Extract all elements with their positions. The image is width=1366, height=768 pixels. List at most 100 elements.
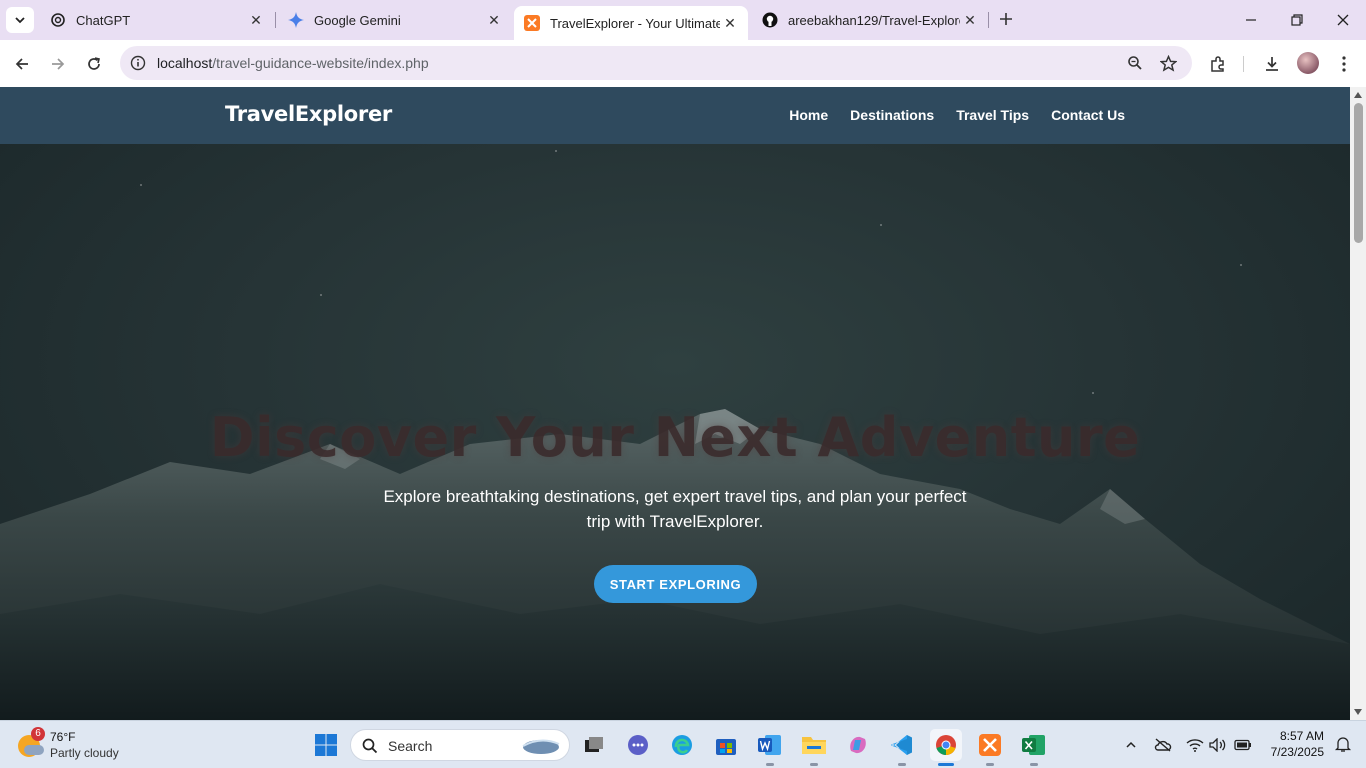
star: [320, 294, 322, 296]
site-navbar: TravelExplorer Home Destinations Travel …: [0, 87, 1350, 144]
running-indicator: [986, 763, 994, 766]
active-indicator: [938, 763, 954, 766]
star: [140, 184, 142, 186]
word-button[interactable]: [754, 729, 786, 761]
start-button[interactable]: [310, 729, 342, 761]
restore-button[interactable]: [1274, 0, 1320, 40]
site-info-icon[interactable]: [128, 53, 148, 73]
vscode-button[interactable]: [886, 729, 918, 761]
tab-gemini[interactable]: Google Gemini ✕: [274, 0, 512, 40]
extensions-button[interactable]: [1205, 51, 1231, 77]
nav-link-destinations[interactable]: Destinations: [850, 107, 934, 123]
wifi-tray[interactable]: [1185, 735, 1205, 755]
url-text[interactable]: localhost/travel-guidance-website/index.…: [157, 55, 429, 71]
chevron-down-icon: [15, 17, 25, 24]
chrome-button[interactable]: [930, 729, 962, 761]
start-exploring-button[interactable]: START EXPLORING: [594, 565, 757, 603]
downloads-button[interactable]: [1259, 51, 1285, 77]
running-indicator: [898, 763, 906, 766]
site-logo[interactable]: TravelExplorer: [225, 102, 392, 126]
store-button[interactable]: [710, 729, 742, 761]
weather-cloud-icon: [24, 745, 44, 755]
hero-title: Discover Your Next Adventure: [209, 406, 1141, 469]
zoom-icon[interactable]: [1125, 53, 1145, 73]
page-viewport: TravelExplorer Home Destinations Travel …: [0, 87, 1350, 720]
bookmark-star-icon[interactable]: [1158, 53, 1178, 73]
taskbar-clock[interactable]: 8:57 AM 7/23/2025: [1271, 728, 1324, 760]
show-hidden-icons-button[interactable]: [1121, 735, 1141, 755]
windows-icon: [315, 734, 337, 756]
browser-menu-button[interactable]: [1331, 51, 1357, 77]
minimize-button[interactable]: [1228, 0, 1274, 40]
tab-title: TravelExplorer - Your Ultimate T: [550, 15, 720, 31]
copilot-button[interactable]: [842, 729, 874, 761]
tab-title: Google Gemini: [314, 12, 401, 28]
folder-icon: [802, 737, 826, 754]
close-tab-icon[interactable]: ✕: [484, 10, 504, 30]
close-tab-icon[interactable]: ✕: [720, 13, 740, 33]
edge-button[interactable]: [666, 729, 698, 761]
forward-button[interactable]: [45, 51, 71, 77]
close-icon: [1337, 14, 1349, 26]
word-icon: [758, 735, 781, 755]
github-icon: [762, 12, 778, 28]
search-label: Search: [388, 738, 433, 754]
new-tab-button[interactable]: [994, 9, 1018, 31]
tab-travelexplorer[interactable]: TravelExplorer - Your Ultimate T ✕: [514, 6, 748, 40]
star: [555, 150, 557, 152]
tab-chatgpt[interactable]: ChatGPT ✕: [36, 0, 274, 40]
taskbar-search[interactable]: Search: [350, 729, 570, 761]
star: [1092, 392, 1094, 394]
chrome-icon: [936, 735, 956, 755]
tab-strip: ChatGPT ✕ Google Gemini ✕ TravelExplorer…: [0, 0, 1366, 40]
chat-icon: [628, 735, 648, 755]
scroll-down-icon[interactable]: [1354, 709, 1362, 715]
store-icon: [716, 739, 736, 755]
back-button[interactable]: [9, 51, 35, 77]
reload-icon: [88, 57, 100, 70]
close-window-button[interactable]: [1320, 0, 1366, 40]
running-indicator: [766, 763, 774, 766]
running-indicator: [810, 763, 818, 766]
teams-chat-button[interactable]: [622, 729, 654, 761]
weather-condition: Partly cloudy: [50, 746, 119, 760]
tab-divider: [988, 12, 989, 28]
profile-avatar[interactable]: [1297, 52, 1319, 74]
tab-github[interactable]: areebakhan129/Travel-Explorer ✕: [748, 0, 988, 40]
download-icon: [1266, 57, 1278, 71]
weather-temp: 76°F: [50, 730, 76, 744]
xampp-button[interactable]: [974, 729, 1006, 761]
onedrive-tray[interactable]: [1153, 735, 1173, 755]
nav-link-home[interactable]: Home: [789, 107, 828, 123]
volume-tray[interactable]: [1208, 735, 1228, 755]
scroll-up-icon[interactable]: [1354, 92, 1362, 98]
weather-widget[interactable]: 6 76°F Partly cloudy: [16, 727, 136, 763]
tab-search-button[interactable]: [6, 7, 34, 33]
excel-button[interactable]: [1018, 729, 1050, 761]
page-scrollbar[interactable]: [1350, 87, 1366, 720]
weather-badge: 6: [31, 727, 45, 741]
copilot-icon: [850, 736, 866, 754]
reload-button[interactable]: [81, 51, 107, 77]
browser-toolbar: localhost/travel-guidance-website/index.…: [0, 40, 1366, 87]
battery-tray[interactable]: [1233, 735, 1253, 755]
restore-icon: [1291, 14, 1303, 26]
chatgpt-icon: [50, 12, 66, 28]
nav-link-travel-tips[interactable]: Travel Tips: [956, 107, 1029, 123]
address-bar[interactable]: localhost/travel-guidance-website/index.…: [120, 46, 1192, 80]
url-host: localhost: [157, 55, 213, 71]
nav-link-contact-us[interactable]: Contact Us: [1051, 107, 1125, 123]
close-tab-icon[interactable]: ✕: [246, 10, 266, 30]
wifi-icon: [1186, 739, 1204, 752]
tab-title: ChatGPT: [76, 12, 131, 28]
scrollbar-thumb[interactable]: [1354, 103, 1363, 243]
windows-taskbar: 6 76°F Partly cloudy Search 8:57 AM 7/23…: [0, 720, 1366, 768]
file-explorer-button[interactable]: [798, 729, 830, 761]
close-tab-icon[interactable]: ✕: [960, 10, 980, 30]
clock-date: 7/23/2025: [1270, 745, 1324, 759]
task-view-button[interactable]: [578, 729, 610, 761]
search-icon: [362, 738, 378, 754]
notification-bell-icon[interactable]: [1334, 735, 1352, 753]
xampp-icon: [979, 734, 1001, 756]
vscode-icon: [891, 735, 912, 755]
